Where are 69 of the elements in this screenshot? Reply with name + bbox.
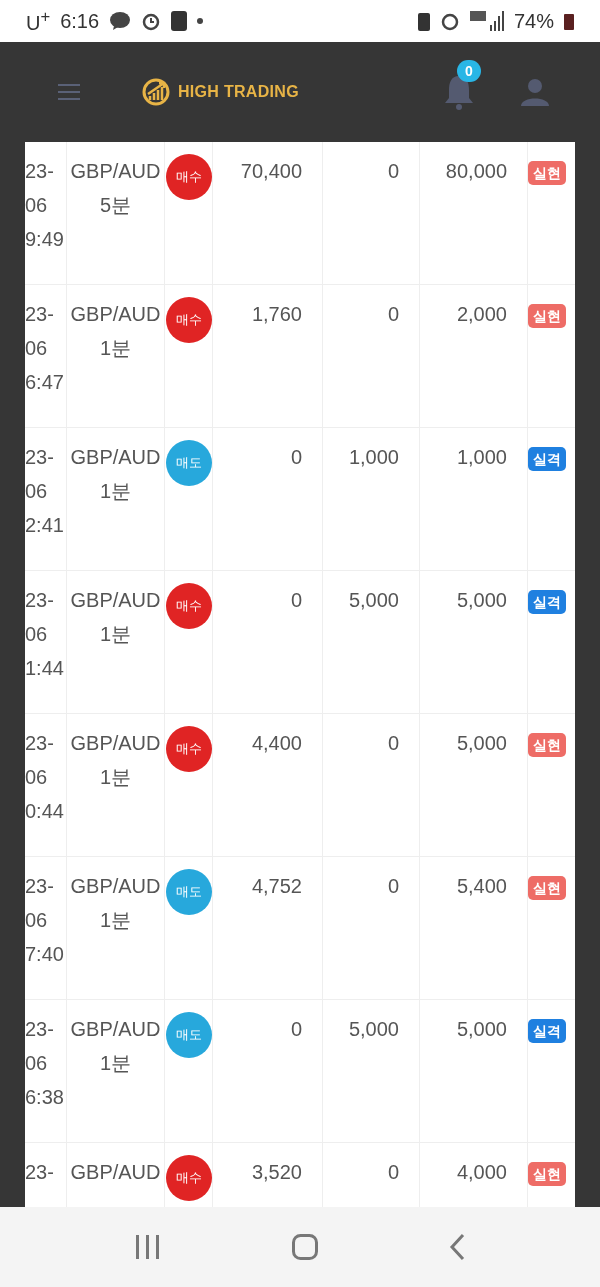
date-cell: 23- 06 6:47 — [25, 285, 67, 427]
status-badge: 실현 — [528, 733, 566, 757]
clock: 6:16 — [60, 9, 100, 33]
side-badge: 매수 — [165, 154, 212, 200]
back-icon[interactable] — [448, 1233, 465, 1261]
symbol-cell: GBP/AUD 1분 — [67, 714, 165, 856]
battery-icon — [564, 12, 574, 30]
symbol-cell: GBP/AUD 1분 — [67, 857, 165, 999]
amount-text: 1,000 — [456, 445, 508, 470]
date-cell: 23- 06 1:44 — [25, 571, 67, 713]
amount-text: 1,000 — [348, 445, 400, 470]
symbol-cell: GBP/AUD 5분 — [67, 142, 165, 284]
status-badge: 실현 — [528, 876, 566, 900]
amount-text: 5,000 — [348, 588, 400, 613]
amount-text: 4,000 — [456, 1160, 508, 1185]
amount-text: 5,000 — [456, 731, 508, 756]
amount-text: 5,000 — [456, 588, 508, 613]
notification-count: 0 — [457, 60, 481, 82]
side-badge: 매수 — [165, 726, 212, 772]
symbol-cell: GBP/AUD 1분 — [67, 428, 165, 570]
amount-text: 1,760 — [251, 302, 303, 327]
amount-text: 5,000 — [456, 1017, 508, 1042]
side-badge: 매수 — [165, 1155, 212, 1201]
dot-icon — [197, 18, 204, 24]
bell-icon[interactable] — [442, 74, 476, 110]
menu-icon[interactable] — [58, 84, 80, 100]
chat-icon — [109, 11, 132, 31]
status-badge: 실격 — [528, 590, 566, 614]
side-badge: 매수 — [165, 583, 212, 629]
amount-text: 80,000 — [445, 159, 508, 184]
symbol-cell: GBP/AUD 1분 — [67, 285, 165, 427]
battery-percent: 74% — [513, 9, 554, 33]
amount-text: 0 — [387, 159, 400, 184]
amount-text: 4,400 — [251, 731, 303, 756]
date-cell: 23- 06 2:41 — [25, 428, 67, 570]
date-cell: 23- 06 9:49 — [25, 142, 67, 284]
logo-icon — [142, 78, 170, 106]
amount-text: 3,520 — [251, 1160, 303, 1185]
symbol-cell: GBP/AUD 1분 — [67, 571, 165, 713]
side-badge: 매수 — [165, 297, 212, 343]
brand-name: HIGH TRADING — [178, 83, 299, 101]
home-icon[interactable] — [292, 1234, 318, 1260]
status-badge: 실격 — [528, 447, 566, 471]
status-badge: 실격 — [528, 1019, 566, 1043]
amount-text: 0 — [387, 302, 400, 327]
carrier-label: U$^{+}$ — [26, 7, 51, 35]
amount-text: 0 — [387, 1160, 400, 1185]
date-cell: 23- 06 6:38 — [25, 1000, 67, 1142]
amount-text: 70,400 — [240, 159, 303, 184]
amount-text: 0 — [290, 588, 303, 613]
amount-text: 4,752 — [251, 874, 303, 899]
side-badge: 매도 — [165, 440, 212, 486]
amount-text: 5,400 — [456, 874, 508, 899]
signal-icon — [469, 11, 504, 31]
amount-text: 0 — [290, 445, 303, 470]
side-badge: 매도 — [165, 869, 212, 915]
status-badge: 실현 — [528, 1162, 566, 1186]
amount-text: 5,000 — [348, 1017, 400, 1042]
symbol-cell: GBP/AUD 1분 — [67, 1000, 165, 1142]
recent-apps-icon[interactable] — [135, 1235, 162, 1259]
side-badge: 매도 — [165, 1012, 212, 1058]
status-badge: 실현 — [528, 161, 566, 185]
amount-text: 2,000 — [456, 302, 508, 327]
amount-text: 0 — [387, 874, 400, 899]
amount-text: 0 — [290, 1017, 303, 1042]
date-cell: 23- 06 0:44 — [25, 714, 67, 856]
amount-text: 0 — [387, 731, 400, 756]
status-badge: 실현 — [528, 304, 566, 328]
date-cell: 23- 06 7:40 — [25, 857, 67, 999]
